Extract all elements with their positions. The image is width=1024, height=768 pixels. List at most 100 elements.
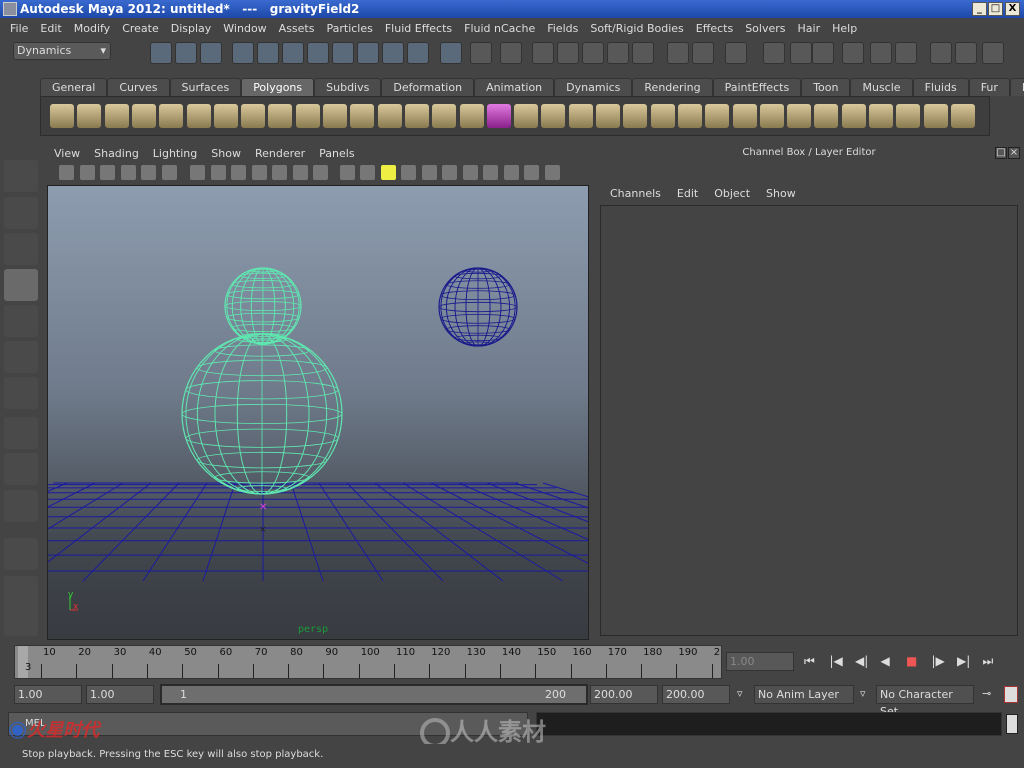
shelf-polygon-tool-icon[interactable] bbox=[541, 104, 566, 128]
shelf-polygon-tool-icon[interactable] bbox=[404, 104, 429, 128]
close-button[interactable]: X bbox=[1005, 2, 1020, 16]
range-slider[interactable]: 1 200 bbox=[160, 684, 588, 705]
viewport-toolbar-icon[interactable] bbox=[503, 165, 519, 180]
play-backwards-icon[interactable]: ◀ bbox=[881, 654, 890, 668]
status-tool-icon[interactable] bbox=[150, 42, 172, 64]
shelf-tab-surfaces[interactable]: Surfaces bbox=[169, 78, 242, 96]
shelf-polygon-tool-icon[interactable] bbox=[131, 104, 156, 128]
sphere-unselected[interactable] bbox=[438, 267, 518, 347]
soft-mod-icon[interactable] bbox=[4, 417, 38, 449]
status-tool-icon[interactable] bbox=[790, 42, 812, 64]
lasso-tool-icon[interactable] bbox=[4, 197, 38, 229]
shelf-polygon-tool-icon[interactable] bbox=[104, 104, 129, 128]
status-tool-icon[interactable] bbox=[282, 42, 304, 64]
step-forward-frame-icon[interactable]: ▶| bbox=[957, 654, 970, 668]
viewport-toolbar-icon[interactable] bbox=[360, 165, 375, 180]
status-tool-icon[interactable] bbox=[763, 42, 785, 64]
paint-select-tool-icon[interactable] bbox=[4, 233, 38, 265]
channel-box-area[interactable] bbox=[600, 205, 1018, 636]
viewport-toolbar-icon[interactable] bbox=[231, 165, 246, 180]
viewport-toolbar-icon[interactable] bbox=[339, 165, 355, 180]
character-set-dropdown-icon[interactable]: ▿ bbox=[860, 687, 866, 700]
status-tool-icon[interactable] bbox=[812, 42, 834, 64]
viewport-menu-panels[interactable]: Panels bbox=[312, 147, 361, 163]
status-tool-icon[interactable] bbox=[200, 42, 222, 64]
shelf-tab-general[interactable]: General bbox=[40, 78, 108, 96]
status-tool-icon[interactable] bbox=[842, 42, 864, 64]
viewport-toolbar-icon[interactable] bbox=[161, 165, 177, 180]
menu-window[interactable]: Window bbox=[217, 22, 272, 35]
shelf-tab-rendering[interactable]: Rendering bbox=[632, 78, 713, 96]
animation-preferences-icon[interactable] bbox=[1004, 686, 1018, 703]
viewport-toolbar-icon[interactable] bbox=[79, 165, 95, 180]
shelf-polygon-tool-icon[interactable] bbox=[705, 104, 730, 128]
menu-assets[interactable]: Assets bbox=[273, 22, 321, 35]
viewport-toolbar-icon[interactable] bbox=[544, 165, 560, 180]
menu-edit[interactable]: Edit bbox=[34, 22, 67, 35]
end-time-field[interactable]: 200.00 bbox=[662, 685, 730, 704]
shelf-polygon-tool-icon[interactable] bbox=[514, 104, 539, 128]
status-tool-icon[interactable] bbox=[607, 42, 629, 64]
shelf-polygon-tool-icon[interactable] bbox=[841, 104, 866, 128]
shelf-polygon-tool-icon[interactable] bbox=[896, 104, 921, 128]
character-set-field[interactable]: No Character Set bbox=[876, 685, 974, 718]
select-tool-icon[interactable] bbox=[4, 160, 38, 192]
show-manipulator-icon[interactable] bbox=[4, 453, 38, 485]
shelf-polygon-tool-icon[interactable] bbox=[568, 104, 593, 128]
shelf-polygon-tool-icon[interactable] bbox=[268, 104, 293, 128]
viewport-toolbar-icon[interactable] bbox=[251, 165, 267, 180]
step-forward-key-icon[interactable]: |▶ bbox=[932, 654, 945, 668]
status-tool-icon[interactable] bbox=[470, 42, 492, 64]
shelf-polygon-tool-icon[interactable] bbox=[787, 104, 812, 128]
shelf-polygon-tool-icon[interactable] bbox=[350, 104, 375, 128]
anim-layer-field[interactable]: No Anim Layer bbox=[754, 685, 854, 704]
status-tool-icon[interactable] bbox=[257, 42, 279, 64]
viewport-toolbar-icon[interactable] bbox=[462, 165, 478, 180]
menu-set-dropdown[interactable]: Dynamics ▾ bbox=[13, 42, 111, 60]
stop-icon[interactable]: ■ bbox=[906, 654, 917, 668]
shelf-polygon-tool-icon[interactable] bbox=[732, 104, 757, 128]
playback-start-field[interactable]: 1.00 bbox=[86, 685, 154, 704]
status-tool-icon[interactable] bbox=[667, 42, 689, 64]
viewport-toolbar-icon[interactable] bbox=[210, 165, 226, 180]
shelf-polygon-tool-icon[interactable] bbox=[295, 104, 320, 128]
menu-effects[interactable]: Effects bbox=[690, 22, 739, 35]
status-tool-icon[interactable] bbox=[532, 42, 554, 64]
menu-particles[interactable]: Particles bbox=[320, 22, 378, 35]
status-tool-icon[interactable] bbox=[357, 42, 379, 64]
small-sphere-selected[interactable] bbox=[224, 267, 302, 345]
menu-soft-rigid-bodies[interactable]: Soft/Rigid Bodies bbox=[584, 22, 689, 35]
menu-hair[interactable]: Hair bbox=[792, 22, 827, 35]
status-tool-icon[interactable] bbox=[982, 42, 1004, 64]
shelf-tab-fur[interactable]: Fur bbox=[968, 78, 1010, 96]
status-tool-icon[interactable] bbox=[500, 42, 522, 64]
status-tool-icon[interactable] bbox=[382, 42, 404, 64]
shelf-tab-muscle[interactable]: Muscle bbox=[850, 78, 913, 96]
current-time-field[interactable]: 1.00 bbox=[726, 652, 794, 671]
status-tool-icon[interactable] bbox=[692, 42, 714, 64]
shelf-tab-painteffects[interactable]: PaintEffects bbox=[712, 78, 802, 96]
status-tool-icon[interactable] bbox=[895, 42, 917, 64]
shelf-polygon-tool-icon[interactable] bbox=[213, 104, 238, 128]
menu-fluid-ncache[interactable]: Fluid nCache bbox=[458, 22, 541, 35]
status-tool-icon[interactable] bbox=[407, 42, 429, 64]
shelf-polygon-tool-icon[interactable] bbox=[623, 104, 648, 128]
shelf-tab-hair[interactable]: Hair bbox=[1009, 78, 1024, 96]
menu-help[interactable]: Help bbox=[826, 22, 863, 35]
time-slider[interactable]: 3 10 20 30 40 50 60 70 80 90 100 110 120 130 140 150 16… bbox=[14, 645, 722, 679]
viewport-toolbar-icon[interactable] bbox=[120, 165, 136, 180]
shelf-tab-deformation[interactable]: Deformation bbox=[381, 78, 475, 96]
float-panel-button[interactable]: □ bbox=[995, 147, 1007, 159]
shelf-tab-subdivs[interactable]: Subdivs bbox=[314, 78, 382, 96]
menu-file[interactable]: File bbox=[4, 22, 34, 35]
shelf-polygon-tool-icon[interactable] bbox=[50, 104, 74, 128]
shelf-polygon-tool-icon[interactable] bbox=[869, 104, 893, 128]
shelf-polygon-tool-icon[interactable] bbox=[241, 104, 266, 128]
anim-layer-dropdown-icon[interactable]: ▿ bbox=[737, 687, 743, 700]
channel-box-menu-channels[interactable]: Channels bbox=[602, 187, 669, 203]
shelf-polygon-tool-icon[interactable] bbox=[459, 104, 484, 128]
status-tool-icon[interactable] bbox=[632, 42, 654, 64]
go-to-end-icon[interactable]: ⏭ bbox=[983, 654, 994, 669]
shelf-polygon-tool-icon[interactable] bbox=[77, 104, 102, 128]
status-tool-icon[interactable] bbox=[725, 42, 747, 64]
